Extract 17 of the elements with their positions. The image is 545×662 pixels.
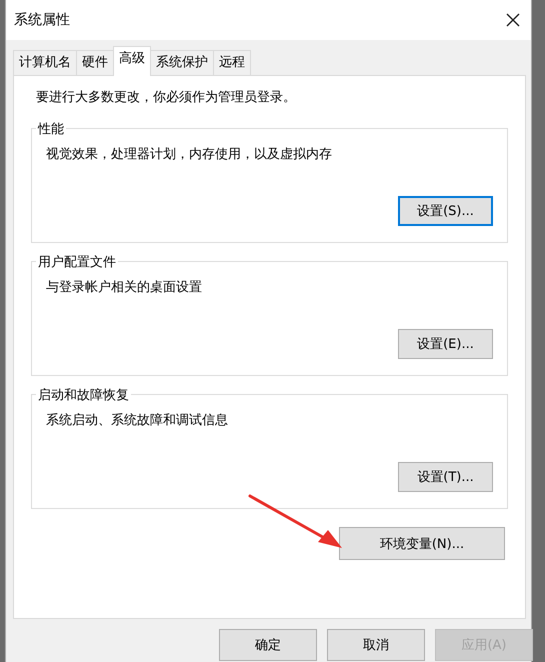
group-description: 视觉效果，处理器计划，内存使用，以及虚拟内存 bbox=[46, 146, 333, 163]
group-title: 启动和故障恢复 bbox=[36, 386, 131, 404]
settings-button[interactable]: 设置(E)... bbox=[398, 329, 493, 359]
dialog-button[interactable]: 取消 bbox=[327, 629, 425, 661]
notice-text: 要进行大多数更改，你必须作为管理员登录。 bbox=[36, 89, 297, 107]
tab[interactable]: 高级 bbox=[113, 46, 151, 76]
group-title: 用户配置文件 bbox=[36, 253, 118, 271]
settings-button[interactable]: 设置(T)... bbox=[398, 462, 493, 492]
window-title: 系统属性 bbox=[14, 11, 70, 29]
group-description: 系统启动、系统故障和调试信息 bbox=[46, 412, 229, 429]
tab[interactable]: 计算机名 bbox=[13, 50, 77, 75]
tab[interactable]: 远程 bbox=[213, 50, 251, 75]
environment-variables-button[interactable]: 环境变量(N)... bbox=[339, 527, 505, 560]
group-title: 性能 bbox=[36, 120, 66, 138]
settings-button[interactable]: 设置(S)... bbox=[398, 196, 493, 226]
dialog-button[interactable]: 确定 bbox=[219, 629, 317, 661]
group-description: 与登录帐户相关的桌面设置 bbox=[46, 279, 203, 296]
